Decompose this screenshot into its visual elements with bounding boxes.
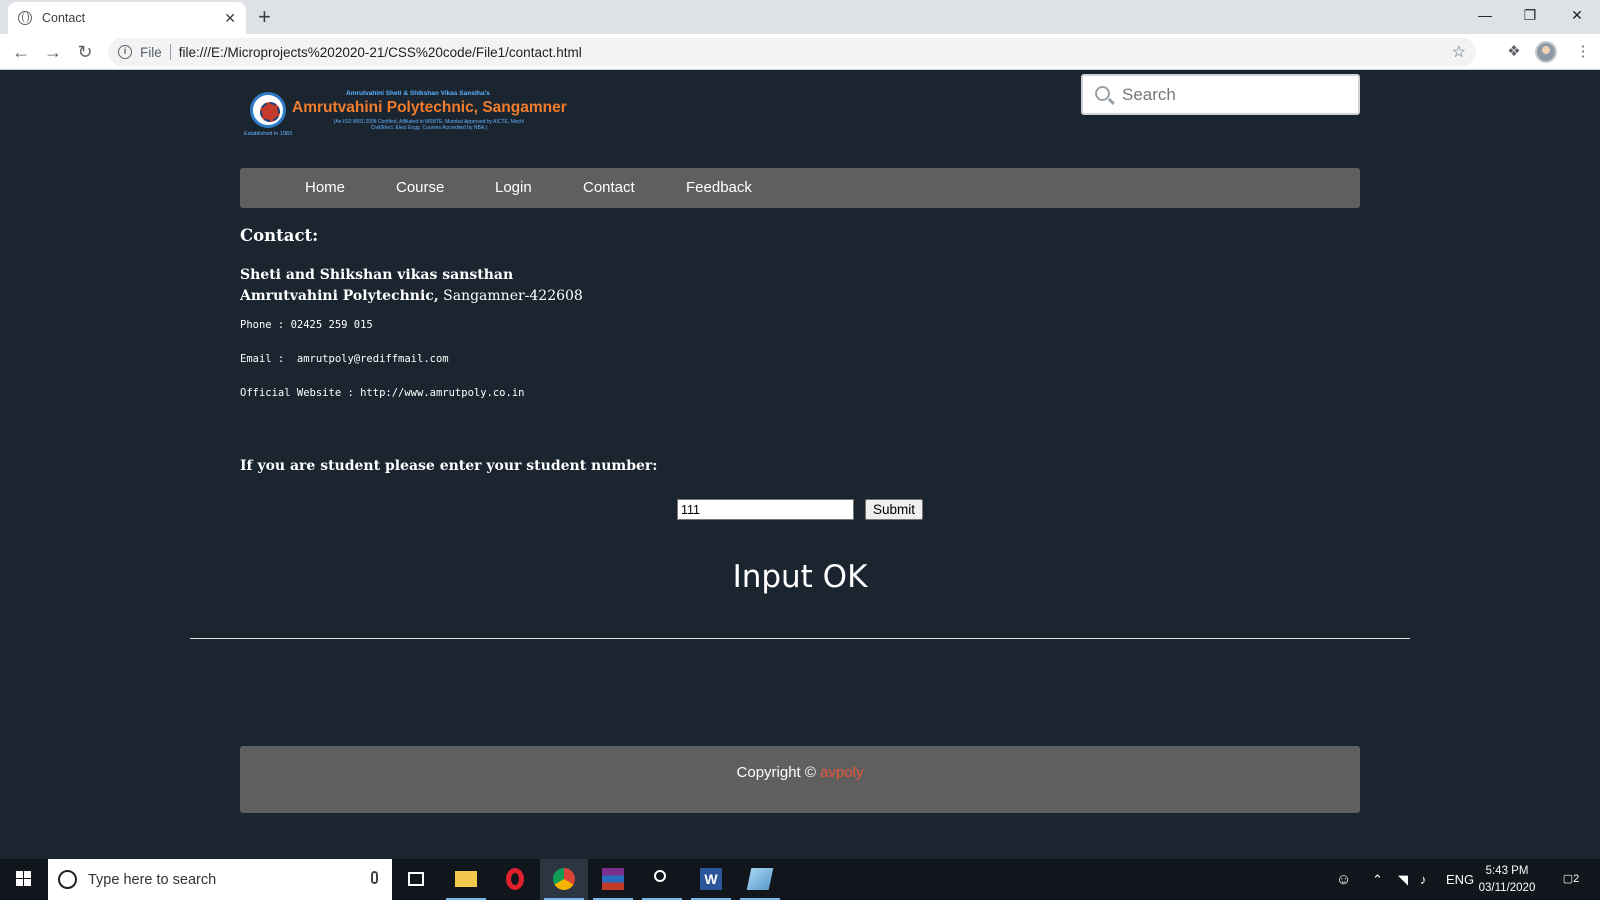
footer-brand-link[interactable]: avpoly [820, 764, 863, 781]
word-button[interactable]: W [687, 859, 735, 900]
nav-login[interactable]: Login [495, 168, 532, 208]
nav-home[interactable]: Home [305, 168, 345, 208]
taskbar-search-placeholder: Type here to search [88, 871, 217, 888]
org-city: Sangamner-422608 [438, 288, 583, 304]
main-nav: Home Course Login Contact Feedback [240, 168, 1360, 208]
nav-course[interactable]: Course [396, 168, 444, 208]
submit-button[interactable]: Submit [865, 499, 923, 520]
org-address: Amrutvahini Polytechnic, Sangamner-42260… [240, 288, 583, 304]
minimize-icon[interactable]: — [1462, 0, 1508, 30]
browser-tabstrip: Contact ✕ + — ❐ ✕ [0, 0, 1600, 34]
extensions-icon[interactable]: ❖ [1503, 41, 1525, 63]
nav-feedback[interactable]: Feedback [686, 168, 752, 208]
microphone-icon[interactable] [371, 871, 378, 884]
student-number-label: If you are student please enter your stu… [240, 458, 658, 474]
windows-logo-pane [16, 879, 23, 886]
org-name: Sheti and Shikshan vikas sansthan [240, 267, 514, 283]
webpage: Established in 1983 Amrutvahini Sheti & … [0, 71, 1600, 859]
copyright-text: Copyright © [736, 764, 821, 781]
task-view-button[interactable] [392, 859, 440, 900]
volume-icon[interactable]: ♪ [1420, 859, 1427, 900]
show-hidden-icons[interactable]: ⌃ [1372, 859, 1383, 900]
info-icon[interactable]: i [118, 45, 132, 59]
chrome-icon [553, 868, 575, 890]
new-tab-button[interactable]: + [258, 4, 271, 30]
close-window-icon[interactable]: ✕ [1554, 0, 1600, 30]
windows-logo-icon [16, 871, 23, 878]
bookmark-star-icon[interactable]: ☆ [1452, 42, 1466, 62]
back-icon[interactable]: ← [8, 39, 34, 65]
emblem-icon [250, 92, 286, 128]
word-icon: W [700, 868, 722, 890]
email-text: Email : amrutpoly@rediffmail.com [240, 353, 449, 365]
reload-icon[interactable]: ↻ [72, 39, 98, 65]
website-text: Official Website : http://www.amrutpoly.… [240, 387, 525, 399]
phone-text: Phone : 02425 259 015 [240, 319, 373, 331]
magnifier-icon [654, 870, 666, 882]
search-icon [1095, 85, 1110, 101]
people-icon[interactable]: ☺ [1336, 859, 1351, 900]
folder-icon [455, 871, 477, 887]
address-bar[interactable]: i File file:///E:/Microprojects%202020-2… [108, 38, 1476, 66]
tab-title: Contact [42, 11, 86, 25]
nav-contact[interactable]: Contact [583, 168, 635, 208]
restore-icon[interactable]: ❐ [1507, 0, 1553, 30]
cortana-icon [58, 870, 77, 889]
notifications-icon[interactable]: ▢2 [1556, 859, 1586, 900]
notepad-button[interactable] [736, 859, 784, 900]
language-indicator[interactable]: ENG [1446, 859, 1474, 900]
close-tab-icon[interactable]: ✕ [224, 10, 236, 27]
browser-toolbar: ← → ↻ i File file:///E:/Microprojects%20… [0, 34, 1600, 70]
opera-icon [506, 868, 524, 890]
logo-name: Amrutvahini Polytechnic, Sangamner [292, 99, 567, 116]
chrome-button[interactable] [540, 859, 588, 900]
result-message: Input OK [732, 559, 868, 595]
forward-icon[interactable]: → [40, 39, 66, 65]
taskbar: Type here to search W ☺ ⌃ ◥ ♪ ENG 5:43 P… [0, 859, 1600, 900]
student-number-input[interactable] [677, 499, 854, 520]
clock-time: 5:43 PM [1485, 865, 1529, 877]
logo-established: Established in 1983 [244, 131, 293, 137]
logo-subtitle: (An ISO 9001:2008 Certified, Affiliated … [333, 119, 525, 131]
notepad-icon [746, 868, 774, 890]
menu-icon[interactable]: ⋮ [1572, 41, 1594, 63]
url-text[interactable]: file:///E:/Microprojects%202020-21/CSS%2… [179, 45, 1452, 60]
winrar-button[interactable] [589, 859, 637, 900]
file-label: File [140, 44, 162, 60]
clock[interactable]: 5:43 PM 03/11/2020 [1472, 863, 1542, 897]
file-explorer-button[interactable] [442, 859, 490, 900]
divider [169, 44, 171, 60]
windows-logo-pane [24, 879, 31, 886]
task-view-icon [408, 872, 424, 886]
profile-avatar[interactable] [1535, 41, 1557, 63]
opera-button[interactable] [491, 859, 539, 900]
search-tool-button[interactable] [638, 859, 686, 900]
search-placeholder: Search [1122, 84, 1176, 104]
divider-line [190, 638, 1410, 639]
org-college: Amrutvahini Polytechnic, [240, 288, 439, 304]
windows-logo-pane [24, 871, 31, 878]
winrar-icon [602, 868, 624, 890]
site-logo[interactable]: Established in 1983 Amrutvahini Sheti & … [244, 90, 574, 140]
footer: Copyright © avpoly [240, 746, 1360, 813]
taskbar-search[interactable]: Type here to search [48, 859, 392, 900]
contact-heading: Contact: [240, 226, 319, 245]
search-input[interactable]: Search [1081, 74, 1360, 115]
notification-count: 2 [1573, 873, 1580, 885]
clock-date: 03/11/2020 [1478, 882, 1536, 894]
network-icon[interactable]: ◥ [1398, 859, 1408, 900]
globe-icon [18, 11, 32, 25]
browser-tab[interactable]: Contact ✕ [8, 2, 246, 34]
logo-top-line: Amrutvahini Sheti & Shikshan Vikas Sanst… [346, 90, 490, 97]
start-button[interactable] [0, 859, 48, 900]
